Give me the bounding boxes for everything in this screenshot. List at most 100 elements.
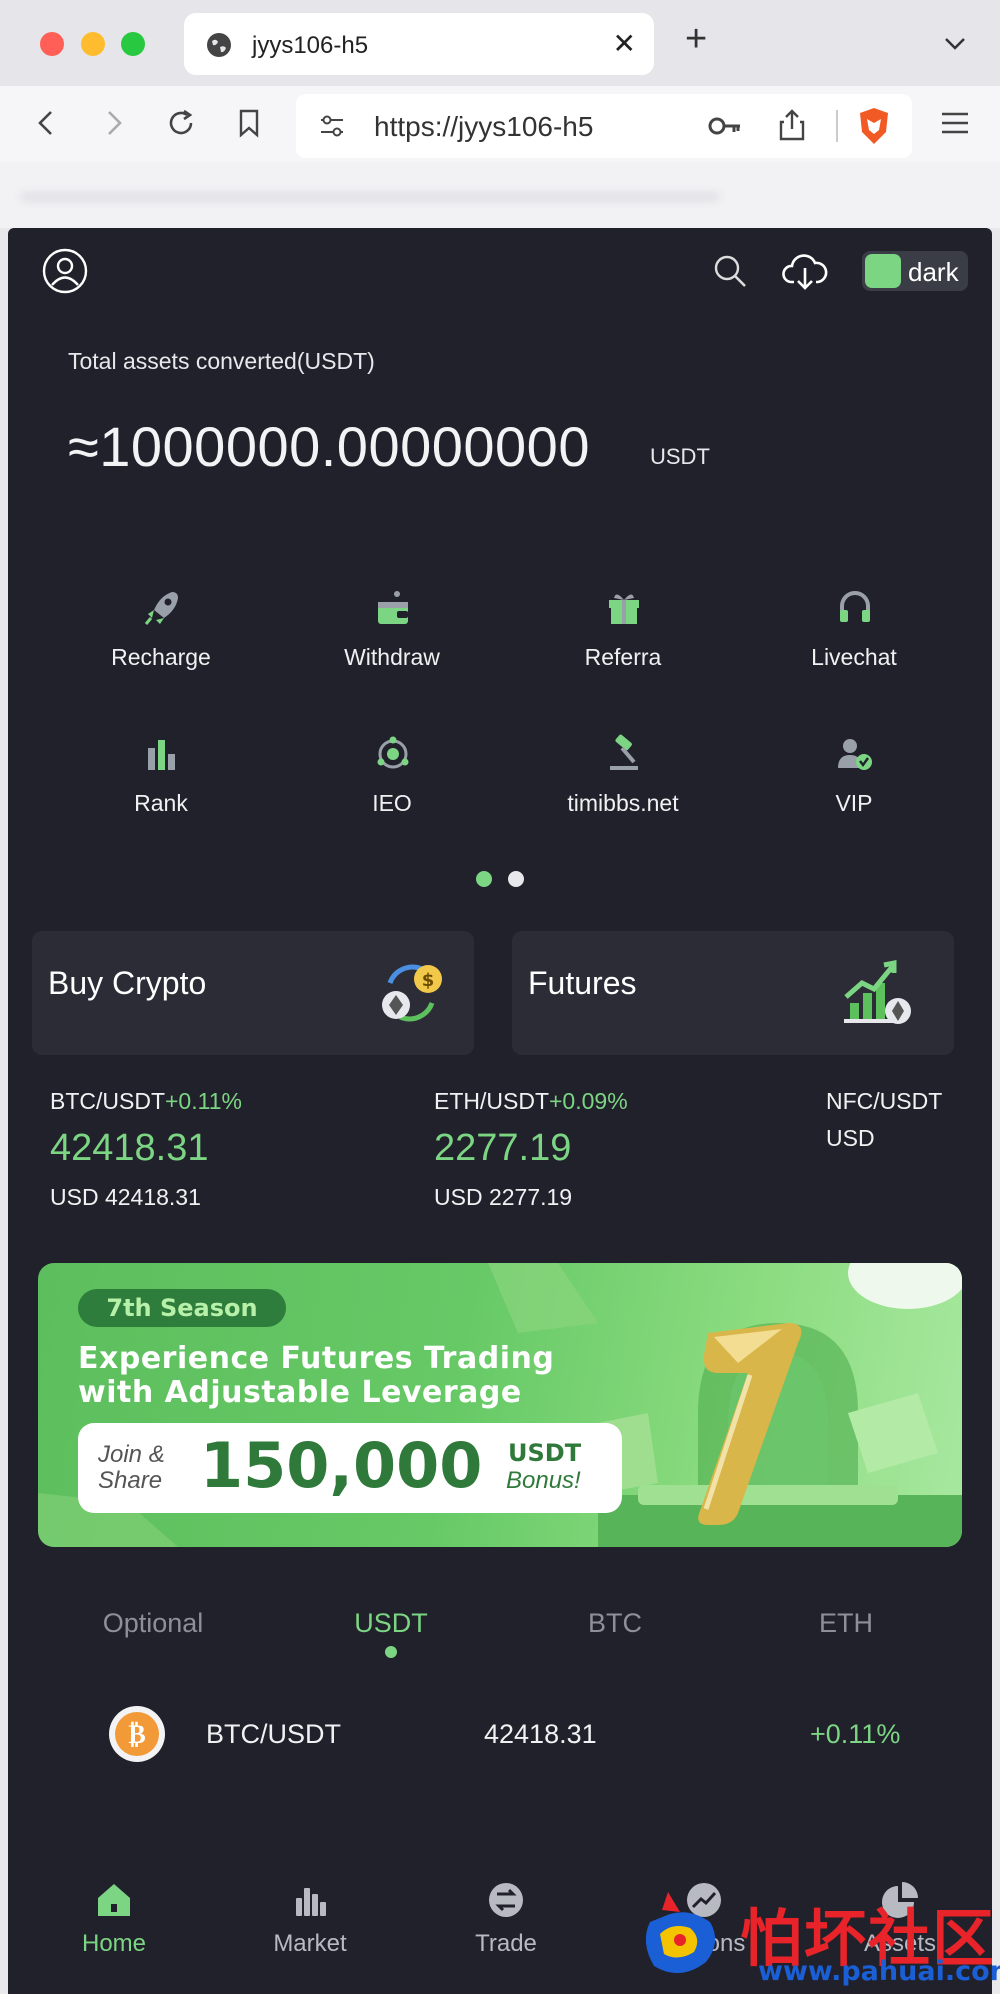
ticker-eth[interactable]: ETH/USDT+0.09% 2277.19 USD 2277.19: [434, 1088, 628, 1211]
watermark-logo-icon: [645, 1892, 716, 1974]
bitcoin-icon: ₿: [109, 1706, 165, 1762]
quick-action-label: Recharge: [111, 644, 211, 670]
address-bar[interactable]: https://jyys106-h5: [296, 94, 912, 158]
reload-icon[interactable]: [164, 106, 198, 140]
nav-label: Home: [81, 1930, 147, 1957]
wallet-icon: [378, 591, 408, 624]
market-row[interactable]: ₿ BTC/USDT 42418.31 +0.11%: [8, 1693, 992, 1777]
theme-toggle-knob: [865, 254, 901, 288]
quick-action-label: VIP: [835, 790, 873, 816]
futures-card[interactable]: Futures: [512, 931, 954, 1055]
home-icon: [98, 1884, 130, 1916]
ticker-usd: USD: [826, 1125, 875, 1151]
banner-headline-2: with Adjustable Leverage: [78, 1375, 522, 1410]
nav-market[interactable]: Market: [220, 1880, 400, 1958]
ticker-pair: ETH/USDT: [434, 1088, 549, 1114]
buy-crypto-title: Buy Crypto: [48, 965, 207, 1001]
quick-action-label: Referra: [584, 644, 662, 670]
network-icon: [377, 736, 409, 769]
headset-icon: [840, 591, 870, 622]
forward-icon[interactable]: [96, 106, 130, 140]
menu-icon[interactable]: [938, 106, 972, 140]
tab-btc[interactable]: BTC: [515, 1608, 715, 1639]
nav-label: Market: [273, 1930, 347, 1957]
ticker-pair: NFC/USDT: [826, 1088, 943, 1114]
window-close-button[interactable]: [40, 32, 64, 56]
bonus-unit: USDT: [508, 1439, 582, 1467]
ticker-nfc[interactable]: NFC/USDT USD: [826, 1088, 942, 1152]
market-icon: [296, 1888, 326, 1916]
pager-dot[interactable]: [508, 871, 524, 887]
nav-home[interactable]: Home: [24, 1880, 204, 1958]
quick-action-label: IEO: [372, 790, 412, 816]
market-row-price: 42418.31: [484, 1719, 597, 1749]
tab-eth[interactable]: ETH: [746, 1608, 946, 1639]
tab-close-icon[interactable]: ✕: [613, 27, 636, 60]
market-row-change: +0.11%: [810, 1719, 901, 1749]
quick-action-label: Rank: [134, 790, 188, 816]
tab-title: jyys106-h5: [252, 32, 369, 59]
bonus-amount: 150,000: [200, 1429, 483, 1502]
user-profile-icon[interactable]: [42, 248, 88, 294]
rocket-icon: [144, 592, 178, 625]
brave-shield-icon[interactable]: [856, 106, 892, 146]
quick-action-withdraw[interactable]: Withdraw: [287, 588, 497, 698]
quick-action-referral[interactable]: Referra: [518, 588, 728, 698]
season-badge: 7th Season: [78, 1289, 286, 1327]
futures-title: Futures: [528, 965, 637, 1001]
tab-usdt[interactable]: USDT: [291, 1608, 491, 1639]
share-icon[interactable]: [778, 108, 806, 142]
total-assets-unit: USDT: [650, 444, 710, 469]
quick-action-label: Withdraw: [344, 644, 440, 670]
quick-action-ieo[interactable]: IEO: [287, 734, 497, 844]
ticker-pair-line: ETH/USDT+0.09%: [434, 1088, 628, 1115]
quick-action-livechat[interactable]: Livechat: [749, 588, 959, 698]
bookmark-icon[interactable]: [232, 106, 266, 140]
nav-trade[interactable]: Trade: [416, 1880, 596, 1958]
cloud-download-icon[interactable]: [782, 250, 828, 292]
quick-action-timibbs[interactable]: timibbs.net: [518, 734, 728, 844]
tab-optional[interactable]: Optional: [53, 1608, 253, 1639]
crypto-exchange-icon: $: [382, 964, 442, 1022]
bonus-label: Bonus!: [506, 1467, 581, 1494]
ticker-price: 42418.31: [50, 1127, 209, 1169]
ticker-btc[interactable]: BTC/USDT+0.11% 42418.31 USD 42418.31: [50, 1088, 242, 1211]
vip-user-icon: [838, 739, 872, 770]
total-assets-label: Total assets converted(USDT): [68, 348, 375, 374]
quick-action-vip[interactable]: VIP: [749, 734, 959, 844]
svg-text:₿: ₿: [128, 1720, 145, 1750]
browser-toolbar: https://jyys106-h5: [0, 86, 1000, 162]
toolbar-divider: [836, 110, 838, 142]
search-icon[interactable]: [712, 253, 748, 289]
pager-dot-active[interactable]: [476, 871, 492, 887]
window-zoom-button[interactable]: [121, 32, 145, 56]
ticker-pair: BTC/USDT: [50, 1088, 165, 1114]
page-top-strip: [0, 162, 1000, 228]
key-icon[interactable]: [708, 112, 742, 140]
app-container: dark Total assets converted(USDT) ≈10000…: [8, 228, 992, 1994]
chevron-down-icon[interactable]: [940, 28, 970, 58]
back-icon[interactable]: [30, 106, 64, 140]
share-text: Share: [98, 1467, 163, 1494]
watermark-url: www.pahuai.com: [758, 1956, 1000, 1987]
url-text: https://jyys106-h5: [374, 111, 594, 142]
quick-action-label: timibbs.net: [567, 790, 679, 816]
nav-label: Trade: [475, 1930, 537, 1957]
browser-tab[interactable]: jyys106-h5 ✕: [184, 13, 654, 75]
globe-icon: [207, 33, 231, 57]
quick-action-rank[interactable]: Rank: [56, 734, 266, 844]
ticker-change: +0.11%: [165, 1088, 242, 1114]
join-text: Join &: [98, 1441, 165, 1468]
browser-tab-bar: jyys106-h5 ✕ +: [0, 0, 1000, 86]
promo-banner[interactable]: 7th Season Experience Futures Trading wi…: [38, 1263, 962, 1547]
trade-icon: [489, 1883, 523, 1917]
theme-toggle[interactable]: dark: [862, 251, 968, 291]
watermark: 怕坏社区 www.pahuai.com: [600, 1880, 1000, 1994]
active-tab-indicator: [385, 1646, 397, 1658]
site-settings-icon[interactable]: [318, 112, 346, 140]
window-minimize-button[interactable]: [81, 32, 105, 56]
new-tab-button[interactable]: +: [685, 18, 707, 61]
quick-action-recharge[interactable]: Recharge: [56, 588, 266, 698]
buy-crypto-card[interactable]: Buy Crypto $: [32, 931, 474, 1055]
svg-text:$: $: [422, 970, 435, 991]
